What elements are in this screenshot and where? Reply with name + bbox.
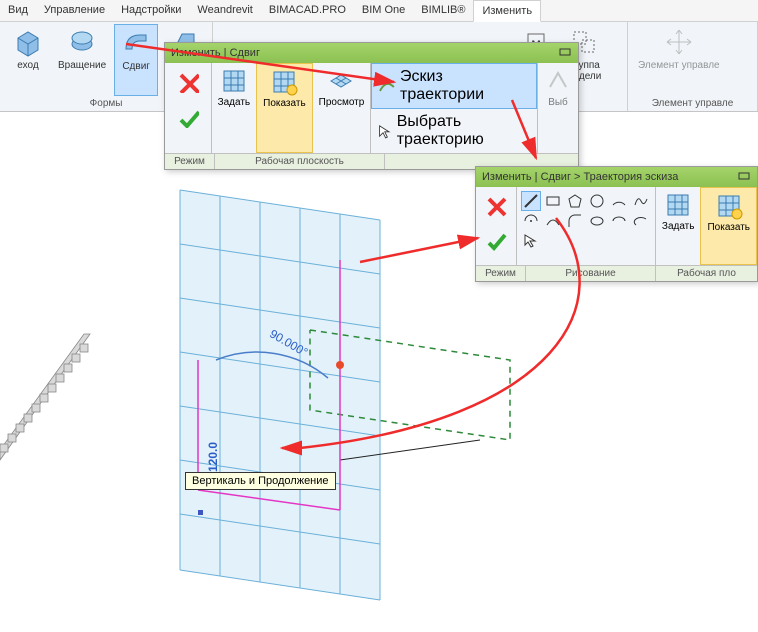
dimension-annotation: 120.0 [206, 442, 220, 472]
arc-center-tool[interactable] [521, 211, 541, 231]
ellipse-tool[interactable] [587, 211, 607, 231]
grid-bulb-icon [715, 192, 743, 220]
circle-tool[interactable] [587, 191, 607, 211]
popup2-expand-icon[interactable] [737, 169, 751, 186]
pick-lines-tool[interactable] [521, 231, 541, 251]
grid-icon [664, 191, 692, 219]
extrude-button[interactable]: еход [6, 24, 50, 96]
popup2-title-bar[interactable]: Изменить | Сдвиг > Траектория эскиза [476, 167, 757, 187]
rotate-label: Вращение [58, 60, 106, 71]
show-button[interactable]: Показать [256, 63, 313, 153]
arrows-icon [663, 26, 695, 58]
ellipse-arc-tool[interactable] [631, 211, 651, 231]
set-plane-button2[interactable]: Задать [656, 187, 701, 265]
grid-bulb-icon [270, 68, 298, 96]
pick-path-button[interactable]: Выбрать траекторию [371, 109, 537, 153]
popup1-title-bar[interactable]: Изменить | Сдвиг [165, 43, 578, 63]
rotate-button[interactable]: Вращение [54, 24, 110, 96]
tab-vid[interactable]: Вид [0, 0, 36, 21]
tab-bimlib[interactable]: BIMLIB® [413, 0, 473, 21]
fillet-tool[interactable] [565, 211, 585, 231]
check-icon [485, 230, 507, 252]
tab-nadstroiki[interactable]: Надстройки [113, 0, 189, 21]
cancel-mode-button[interactable] [177, 71, 199, 98]
popup2-mode-group [476, 187, 516, 265]
extrude-label: еход [17, 60, 38, 71]
angle-annotation: 90.000° [267, 327, 310, 360]
popup-sketch-path: Изменить | Сдвиг > Траектория эскиза [475, 166, 758, 282]
sweep-button[interactable]: Сдвиг [114, 24, 158, 96]
tab-izmenit[interactable]: Изменить [473, 0, 541, 22]
half-ellipse-tool[interactable] [609, 211, 629, 231]
tab-bimone[interactable]: BIM One [354, 0, 413, 21]
rect-tool[interactable] [543, 191, 563, 211]
sweep-label: Сдвиг [122, 61, 150, 72]
popup1-workplane-label: Рабочая плоскость [215, 154, 385, 169]
popup-modify-sweep: Изменить | Сдвиг Задать Показать [164, 42, 579, 170]
sweep-icon [120, 27, 152, 59]
cursor-icon [377, 122, 393, 140]
box-icon [12, 26, 44, 58]
popup2-mode-label: Режим [476, 266, 526, 281]
popup2-workplane-label: Рабочая пло [656, 266, 757, 281]
spline-tool[interactable] [631, 191, 651, 211]
arc3pt-tool[interactable] [609, 191, 629, 211]
tab-strip: Вид Управление Надстройки Weandrevit BIM… [0, 0, 758, 22]
preview-button[interactable]: Просмотр [313, 63, 371, 153]
control-element-button[interactable]: Элемент управле [634, 24, 724, 96]
vyb-button[interactable]: Выб [538, 63, 578, 153]
finish-sketch-button[interactable] [485, 230, 507, 257]
finish-mode-button[interactable] [177, 106, 199, 133]
tab-upravlenie[interactable]: Управление [36, 0, 113, 21]
set-button[interactable]: Задать [212, 63, 257, 153]
line-tool[interactable] [521, 191, 541, 211]
popup2-title: Изменить | Сдвиг > Траектория эскиза [482, 171, 678, 183]
cancel-sketch-button[interactable] [485, 195, 507, 222]
control-group-label: Элемент управле [634, 96, 751, 109]
grid-icon [220, 67, 248, 95]
popup2-drawing-label: Рисование [526, 266, 656, 281]
arc-tan-tool[interactable] [543, 211, 563, 231]
popup1-mode-group [165, 63, 211, 153]
tab-bimacad[interactable]: BIMACAD.PRO [261, 0, 354, 21]
iso-grid-icon [327, 67, 355, 95]
polygon-tool[interactable] [565, 191, 585, 211]
profile-icon [544, 67, 572, 95]
sketch-path-button[interactable]: Эскиз траектории [371, 63, 537, 109]
rotate-shape-icon [66, 26, 98, 58]
control-element-label: Элемент управле [638, 60, 720, 71]
draw-tools-grid [517, 187, 655, 265]
snap-tooltip: Вертикаль и Продолжение [185, 472, 336, 490]
popup1-expand-icon[interactable] [558, 45, 572, 62]
x-icon [177, 71, 199, 93]
tab-weandrevit[interactable]: Weandrevit [189, 0, 260, 21]
path-icon [378, 77, 396, 95]
check-icon [177, 106, 199, 128]
x-icon [485, 195, 507, 217]
popup1-mode-label: Режим [165, 154, 215, 169]
show-plane-button2[interactable]: Показать [700, 187, 757, 265]
popup1-title: Изменить | Сдвиг [171, 47, 260, 59]
